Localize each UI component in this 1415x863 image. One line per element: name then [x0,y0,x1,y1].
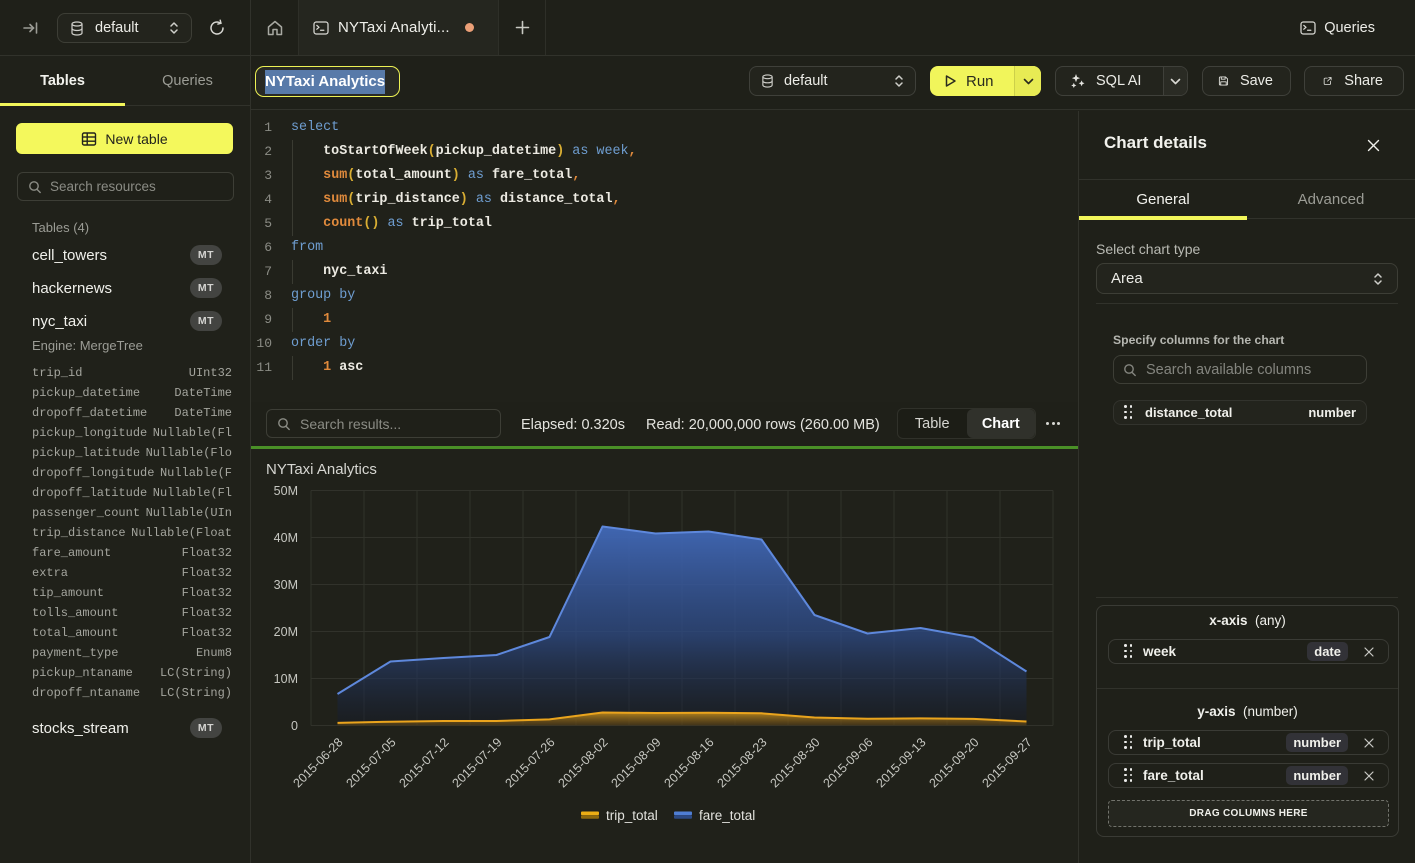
svg-text:2015-08-16: 2015-08-16 [662,735,717,790]
svg-text:2015-09-13: 2015-09-13 [874,735,929,790]
svg-text:2015-07-19: 2015-07-19 [450,735,505,790]
svg-text:0: 0 [291,719,298,733]
svg-text:2015-09-20: 2015-09-20 [927,735,982,790]
svg-text:2015-07-05: 2015-07-05 [344,735,399,790]
svg-text:2015-07-12: 2015-07-12 [397,735,452,790]
svg-text:fare_total: fare_total [699,808,755,823]
svg-text:2015-08-30: 2015-08-30 [768,735,823,790]
svg-text:2015-08-02: 2015-08-02 [556,735,611,790]
svg-text:10M: 10M [274,672,298,686]
svg-text:2015-06-28: 2015-06-28 [291,735,346,790]
svg-text:trip_total: trip_total [606,808,658,823]
svg-text:NYTaxi Analytics: NYTaxi Analytics [266,461,377,478]
svg-text:20M: 20M [274,625,298,639]
svg-text:2015-08-23: 2015-08-23 [715,735,770,790]
svg-text:2015-09-06: 2015-09-06 [821,735,876,790]
svg-text:2015-09-27: 2015-09-27 [980,735,1035,790]
svg-text:30M: 30M [274,578,298,592]
svg-text:2015-07-26: 2015-07-26 [503,735,558,790]
svg-text:2015-08-09: 2015-08-09 [609,735,664,790]
svg-text:40M: 40M [274,531,298,545]
svg-text:50M: 50M [274,484,298,498]
